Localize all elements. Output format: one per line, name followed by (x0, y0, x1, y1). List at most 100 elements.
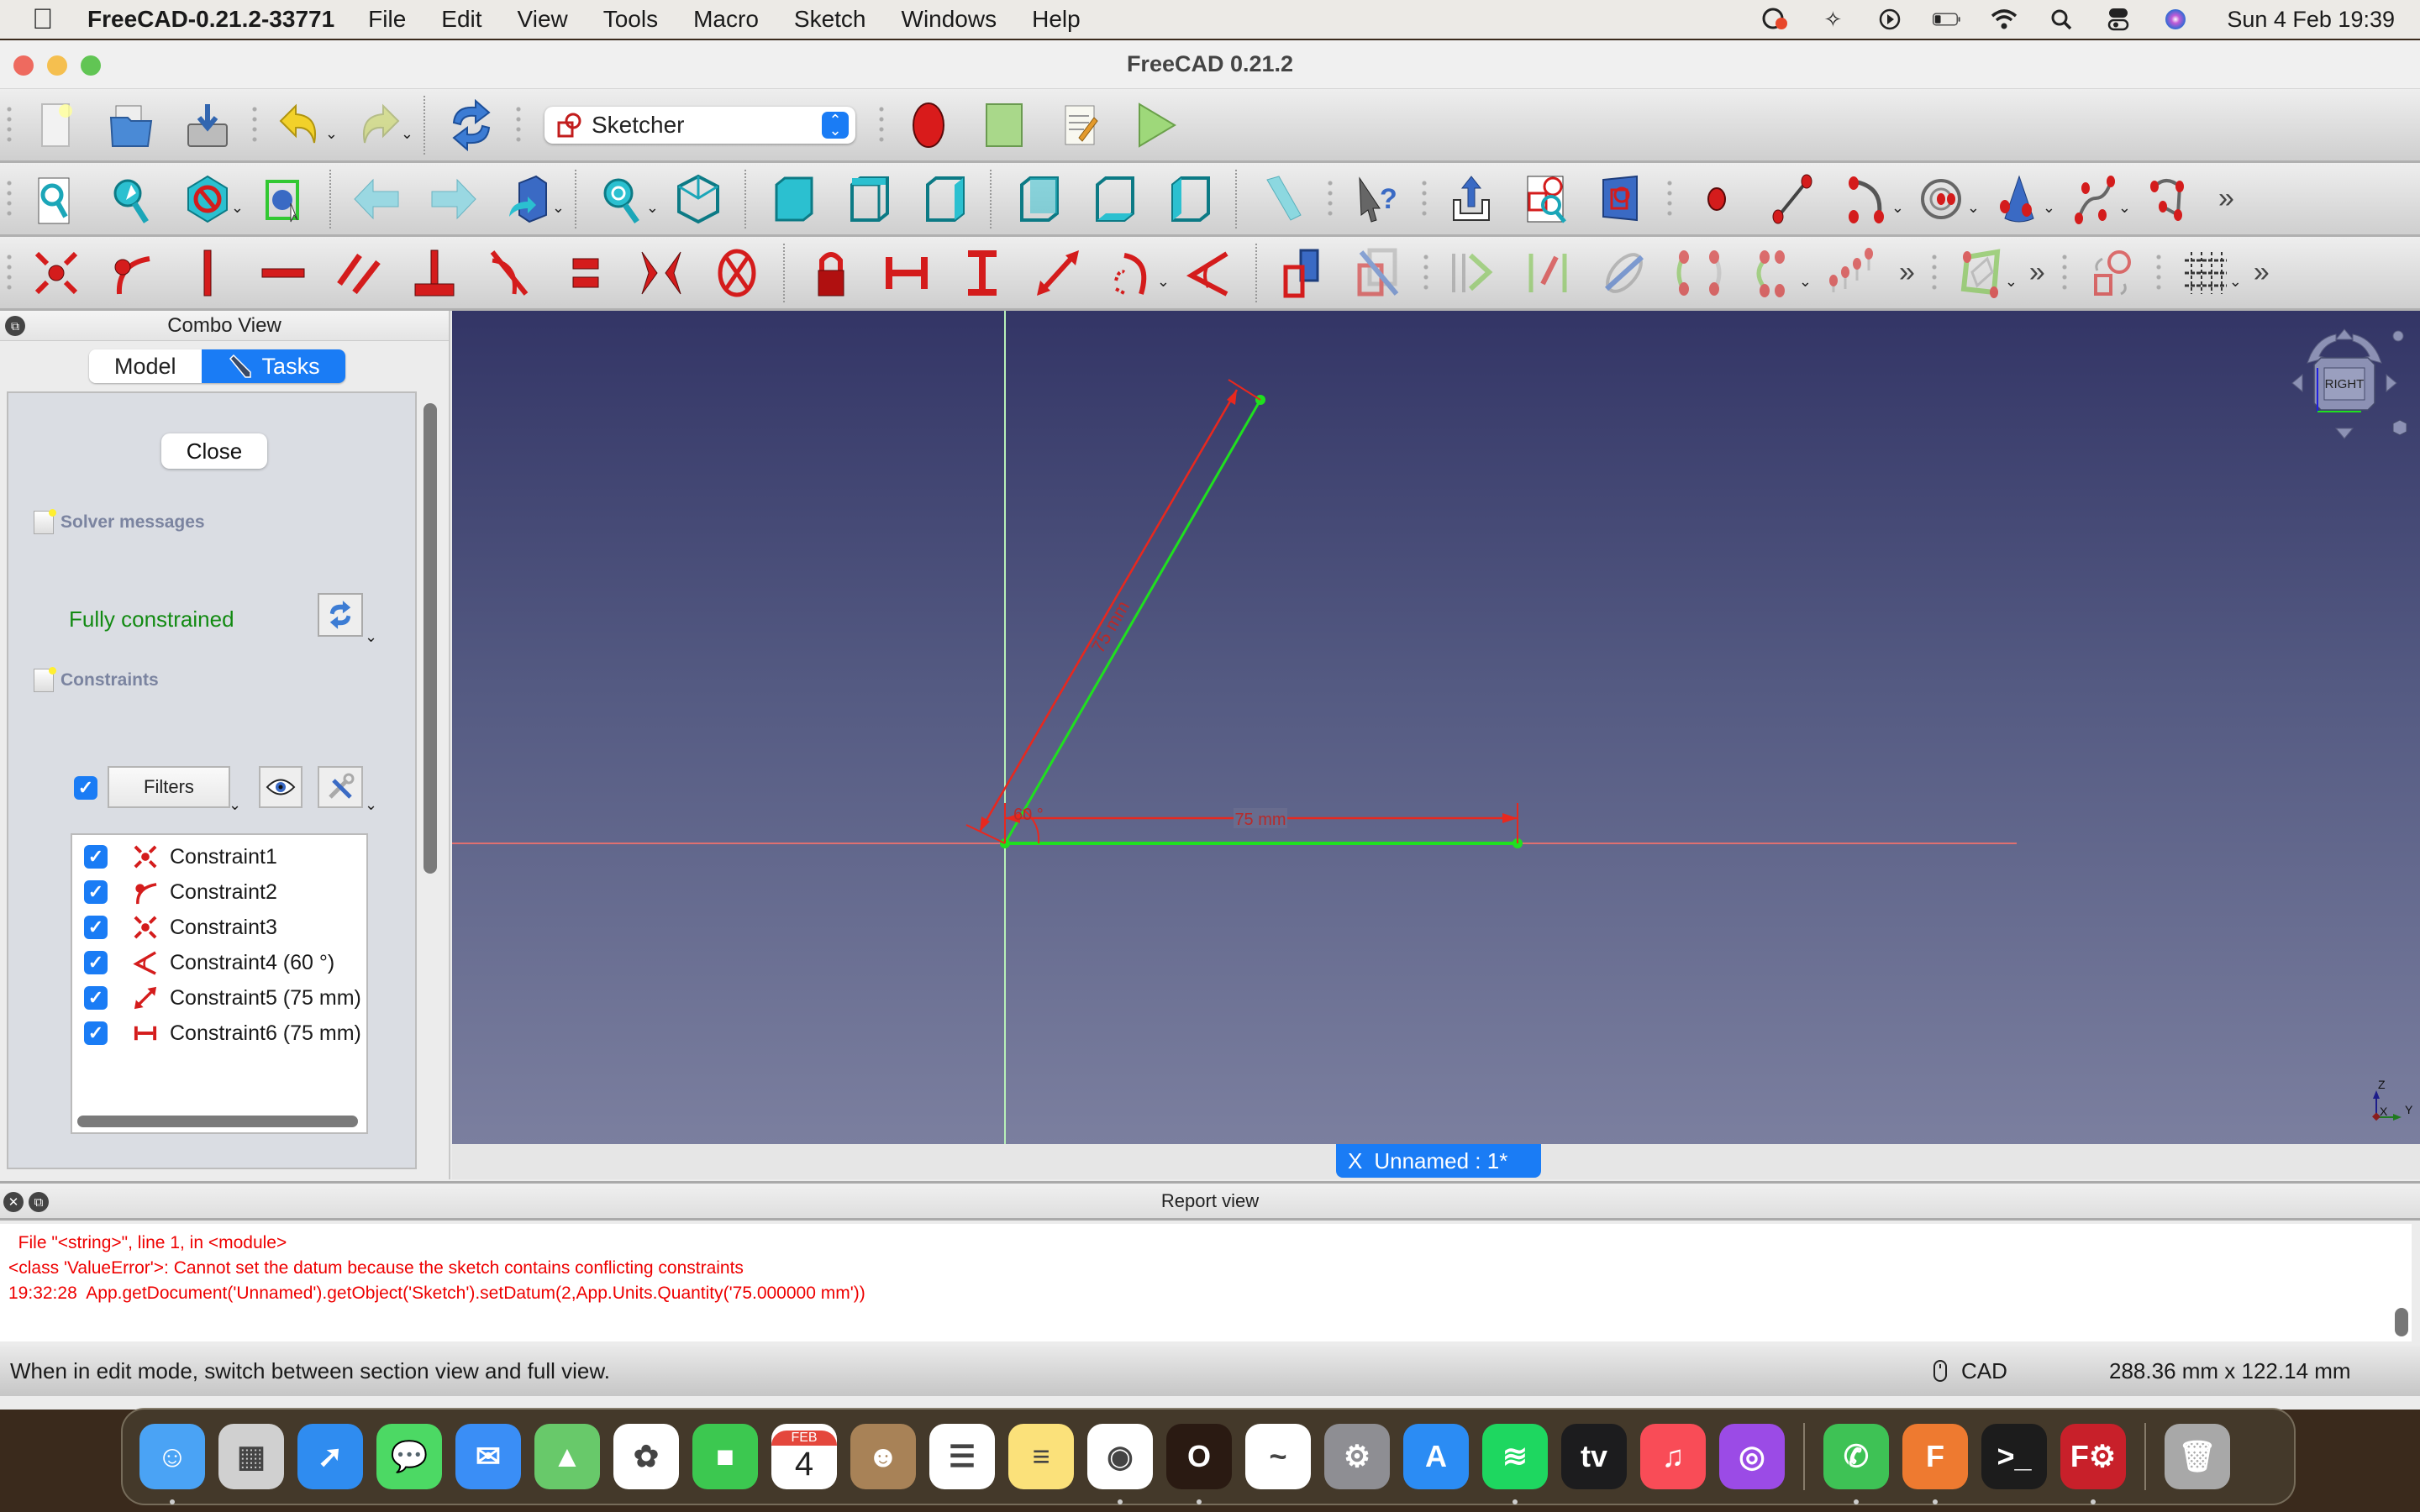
fit-selection-button[interactable] (103, 170, 161, 228)
view-bottom-button[interactable] (1084, 170, 1143, 228)
tab-tasks[interactable]: Tasks (201, 349, 345, 383)
constraint-visible-checkbox[interactable]: ✓ (84, 880, 108, 904)
fit-all-button[interactable] (27, 170, 86, 228)
create-bspline-button[interactable]: ⌄ (2065, 170, 2131, 228)
menu-file[interactable]: File (368, 6, 406, 33)
solver-refresh-button[interactable] (318, 593, 363, 637)
chevron-down-icon[interactable]: ⌄ (365, 628, 377, 646)
view-left-button[interactable] (1160, 170, 1218, 228)
dock-app-podcasts[interactable]: ◎ (1719, 1424, 1785, 1489)
constraint-settings-button[interactable] (318, 766, 363, 808)
menu-sketch[interactable]: Sketch (794, 6, 866, 33)
constraint-visible-checkbox[interactable]: ✓ (84, 1021, 108, 1045)
view-isometric-button[interactable]: ⌄ (593, 170, 659, 228)
dock-app-app-store[interactable]: A (1403, 1424, 1469, 1489)
constrain-radius-button[interactable]: ⌄ (1104, 244, 1170, 302)
macro-record-button[interactable] (899, 96, 958, 155)
filters-button[interactable]: Filters (108, 766, 230, 808)
dock-app-facetime[interactable]: ■ (692, 1424, 758, 1489)
view-top-button[interactable] (839, 170, 897, 228)
dock-app-safari[interactable]: ➚ (297, 1424, 363, 1489)
toolbar-grip[interactable] (7, 103, 12, 146)
select-constraints-button[interactable] (1444, 244, 1502, 302)
constrain-parallel-button[interactable] (329, 244, 388, 302)
refresh-button[interactable] (442, 96, 501, 155)
dock-app-maps[interactable]: ▲ (534, 1424, 600, 1489)
select-elements-button[interactable] (1822, 244, 1881, 302)
wifi-icon[interactable] (1990, 8, 2018, 31)
dock-app-photos[interactable]: ✿ (613, 1424, 679, 1489)
dock-app-messages[interactable]: 💬 (376, 1424, 442, 1489)
menu-tools[interactable]: Tools (603, 6, 658, 33)
report-log[interactable]: File "<string>", line 1, in <module> <cl… (0, 1224, 2412, 1341)
measure-distance-button[interactable] (1254, 170, 1313, 228)
constrain-angle-button[interactable] (1180, 244, 1239, 302)
toolbar-overflow-button[interactable]: » (2218, 182, 2234, 215)
constrain-horizontal-button[interactable] (254, 244, 313, 302)
bluetooth-icon[interactable]: ✧ (1818, 7, 1847, 32)
creative-cloud-icon[interactable] (1761, 8, 1790, 31)
open-document-button[interactable] (103, 96, 161, 155)
create-arc-button[interactable]: ⌄ (1839, 170, 1904, 228)
create-line-button[interactable] (1763, 170, 1822, 228)
dock-app-trash[interactable]: 🗑 (2165, 1424, 2230, 1489)
constraint-row[interactable]: ✓ Constraint1 (84, 840, 277, 874)
dock-app-fusion-360[interactable]: F (1902, 1424, 1968, 1504)
dock-app-reminders[interactable]: ☰ (929, 1424, 995, 1489)
constraint-list-horizontal-scrollbar[interactable] (77, 1116, 358, 1127)
angle-dimension-label[interactable]: 60 ° (1013, 806, 1044, 824)
toggle-active-button[interactable] (1349, 244, 1408, 302)
workbench-selector[interactable]: Sketcher ⌃ ⌄ (544, 106, 855, 144)
window-minimize-button[interactable] (47, 55, 67, 76)
dock-app-terminal[interactable]: >_ (1981, 1424, 2047, 1489)
battery-icon[interactable] (1933, 8, 1961, 31)
close-sketch-button[interactable]: Close (161, 433, 267, 469)
view-forward-button[interactable] (424, 170, 482, 228)
sketch-canvas[interactable]: 75 mm 75 mm 60 ° Z X Y (452, 311, 2420, 1144)
view-front-button[interactable] (763, 170, 822, 228)
chevron-down-icon[interactable]: ⌄ (2229, 273, 2242, 291)
navigation-style-selector[interactable]: CAD (1933, 1358, 2007, 1384)
redo-button[interactable]: ⌄ (348, 96, 413, 155)
view-rear-button[interactable] (1008, 170, 1067, 228)
constraint-visible-checkbox[interactable]: ✓ (84, 986, 108, 1010)
macro-edit-button[interactable] (1050, 96, 1109, 155)
tab-model[interactable]: Model (89, 349, 202, 383)
constrain-coincident-button[interactable] (27, 244, 86, 302)
dock-app-whatsapp[interactable]: ✆ (1823, 1424, 1889, 1504)
whats-this-button[interactable]: ? (1348, 170, 1407, 228)
toolbar-overflow-button[interactable]: » (2254, 256, 2270, 289)
constraint-visible-checkbox[interactable]: ✓ (84, 845, 108, 869)
chevron-down-icon[interactable]: ⌄ (365, 796, 377, 814)
dock-app-mail[interactable]: ✉ (455, 1424, 521, 1489)
menu-macro[interactable]: Macro (693, 6, 759, 33)
dock-app-opera[interactable]: O (1166, 1424, 1232, 1504)
close-tab-icon[interactable]: X (1348, 1148, 1362, 1174)
inclined-dimension-label[interactable]: 75 mm (1087, 597, 1134, 657)
constrain-perpendicular-button[interactable] (405, 244, 464, 302)
macro-stop-button[interactable] (975, 96, 1034, 155)
create-polyline-button[interactable] (2141, 170, 2200, 228)
constrain-vertical-distance-button[interactable] (953, 244, 1012, 302)
view-right-button[interactable] (914, 170, 973, 228)
close-panel-icon[interactable]: ✕ (3, 1192, 24, 1212)
constraint-row[interactable]: ✓ Constraint3 (84, 911, 277, 944)
menu-help[interactable]: Help (1032, 6, 1081, 33)
3d-viewport[interactable]: 75 mm 75 mm 60 ° Z X Y RIGHT (452, 311, 2420, 1144)
dock-app-launchpad[interactable]: ▦ (218, 1424, 284, 1489)
view-section-button[interactable] (1593, 170, 1652, 228)
dock-app-apple-tv[interactable]: tv (1561, 1424, 1627, 1489)
constrain-vertical-button[interactable] (178, 244, 237, 302)
horizontal-dimension-label[interactable]: 75 mm (1234, 811, 1286, 829)
undock-panel-icon[interactable]: ⧉ (29, 1192, 49, 1212)
macro-run-button[interactable] (1126, 96, 1185, 155)
dock-app-freecad[interactable]: F⚙ (2060, 1424, 2126, 1504)
toggle-driving-button[interactable] (1274, 244, 1333, 302)
select-redundant-button[interactable] (1670, 244, 1729, 302)
leave-sketch-button[interactable] (1442, 170, 1501, 228)
constrain-block-button[interactable] (708, 244, 766, 302)
filters-checkbox[interactable]: ✓ (74, 776, 97, 800)
constraint-row[interactable]: ✓ Constraint4 (60 °) (84, 946, 334, 979)
undock-icon[interactable]: ⧉ (5, 316, 25, 336)
now-playing-icon[interactable] (1876, 8, 1904, 31)
